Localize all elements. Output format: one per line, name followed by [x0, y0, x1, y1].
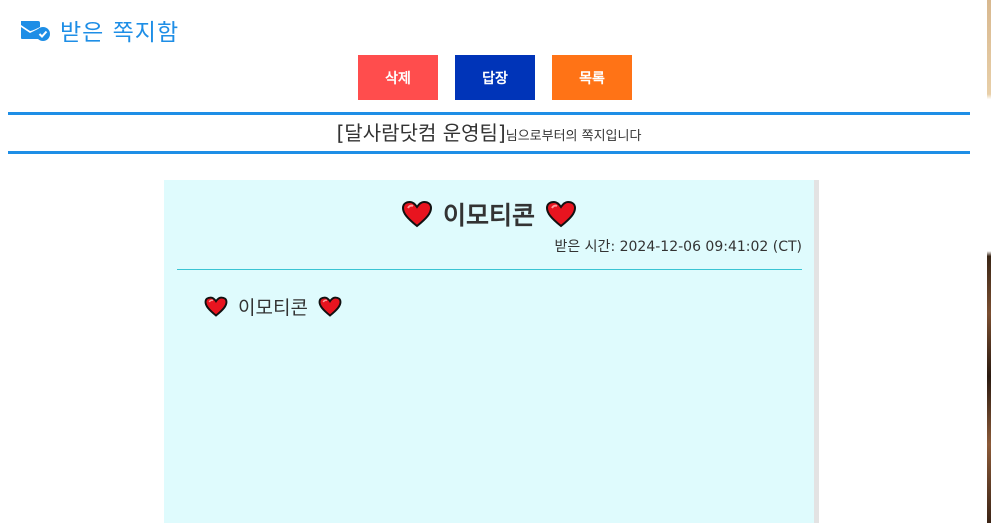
heart-icon — [401, 200, 432, 228]
list-button[interactable]: 목록 — [552, 55, 632, 100]
message-card: 이모티콘 받은 시간: 2024-12-06 09:41:02 (CT) 이모티… — [164, 180, 814, 523]
message-body: 이모티콘 — [204, 292, 342, 320]
sender-name: [달사람닷컴 운영팀] — [336, 121, 506, 145]
background-edge-strip — [987, 0, 991, 523]
heart-icon — [545, 200, 577, 228]
heart-icon — [204, 296, 228, 317]
card-divider — [177, 269, 802, 270]
mail-check-icon — [21, 21, 50, 41]
received-timestamp: 2024-12-06 09:41:02 (CT) — [619, 239, 802, 255]
received-time: 받은 시간: 2024-12-06 09:41:02 (CT) — [554, 236, 802, 256]
sender-info: [달사람닷컴 운영팀]님으로부터의 쪽지입니다 — [8, 117, 970, 150]
action-toolbar: 삭제 답장 목록 — [358, 55, 632, 100]
received-label: 받은 시간: — [554, 239, 616, 255]
message-body-text: 이모티콘 — [238, 296, 308, 319]
heart-icon — [318, 296, 342, 317]
reply-button[interactable]: 답장 — [455, 55, 535, 100]
message-view-page: 받은 쪽지함 삭제 답장 목록 [달사람닷컴 운영팀]님으로부터의 쪽지입니다 … — [0, 0, 991, 523]
sender-suffix: 님으로부터의 쪽지입니다 — [505, 129, 642, 144]
bottom-divider — [8, 151, 970, 154]
top-divider — [8, 112, 970, 115]
delete-button[interactable]: 삭제 — [358, 55, 438, 100]
page-title: 받은 쪽지함 — [60, 20, 180, 46]
message-title-row: 이모티콘 — [164, 194, 814, 234]
message-title: 이모티콘 — [442, 201, 535, 230]
inbox-header: 받은 쪽지함 — [20, 14, 179, 46]
